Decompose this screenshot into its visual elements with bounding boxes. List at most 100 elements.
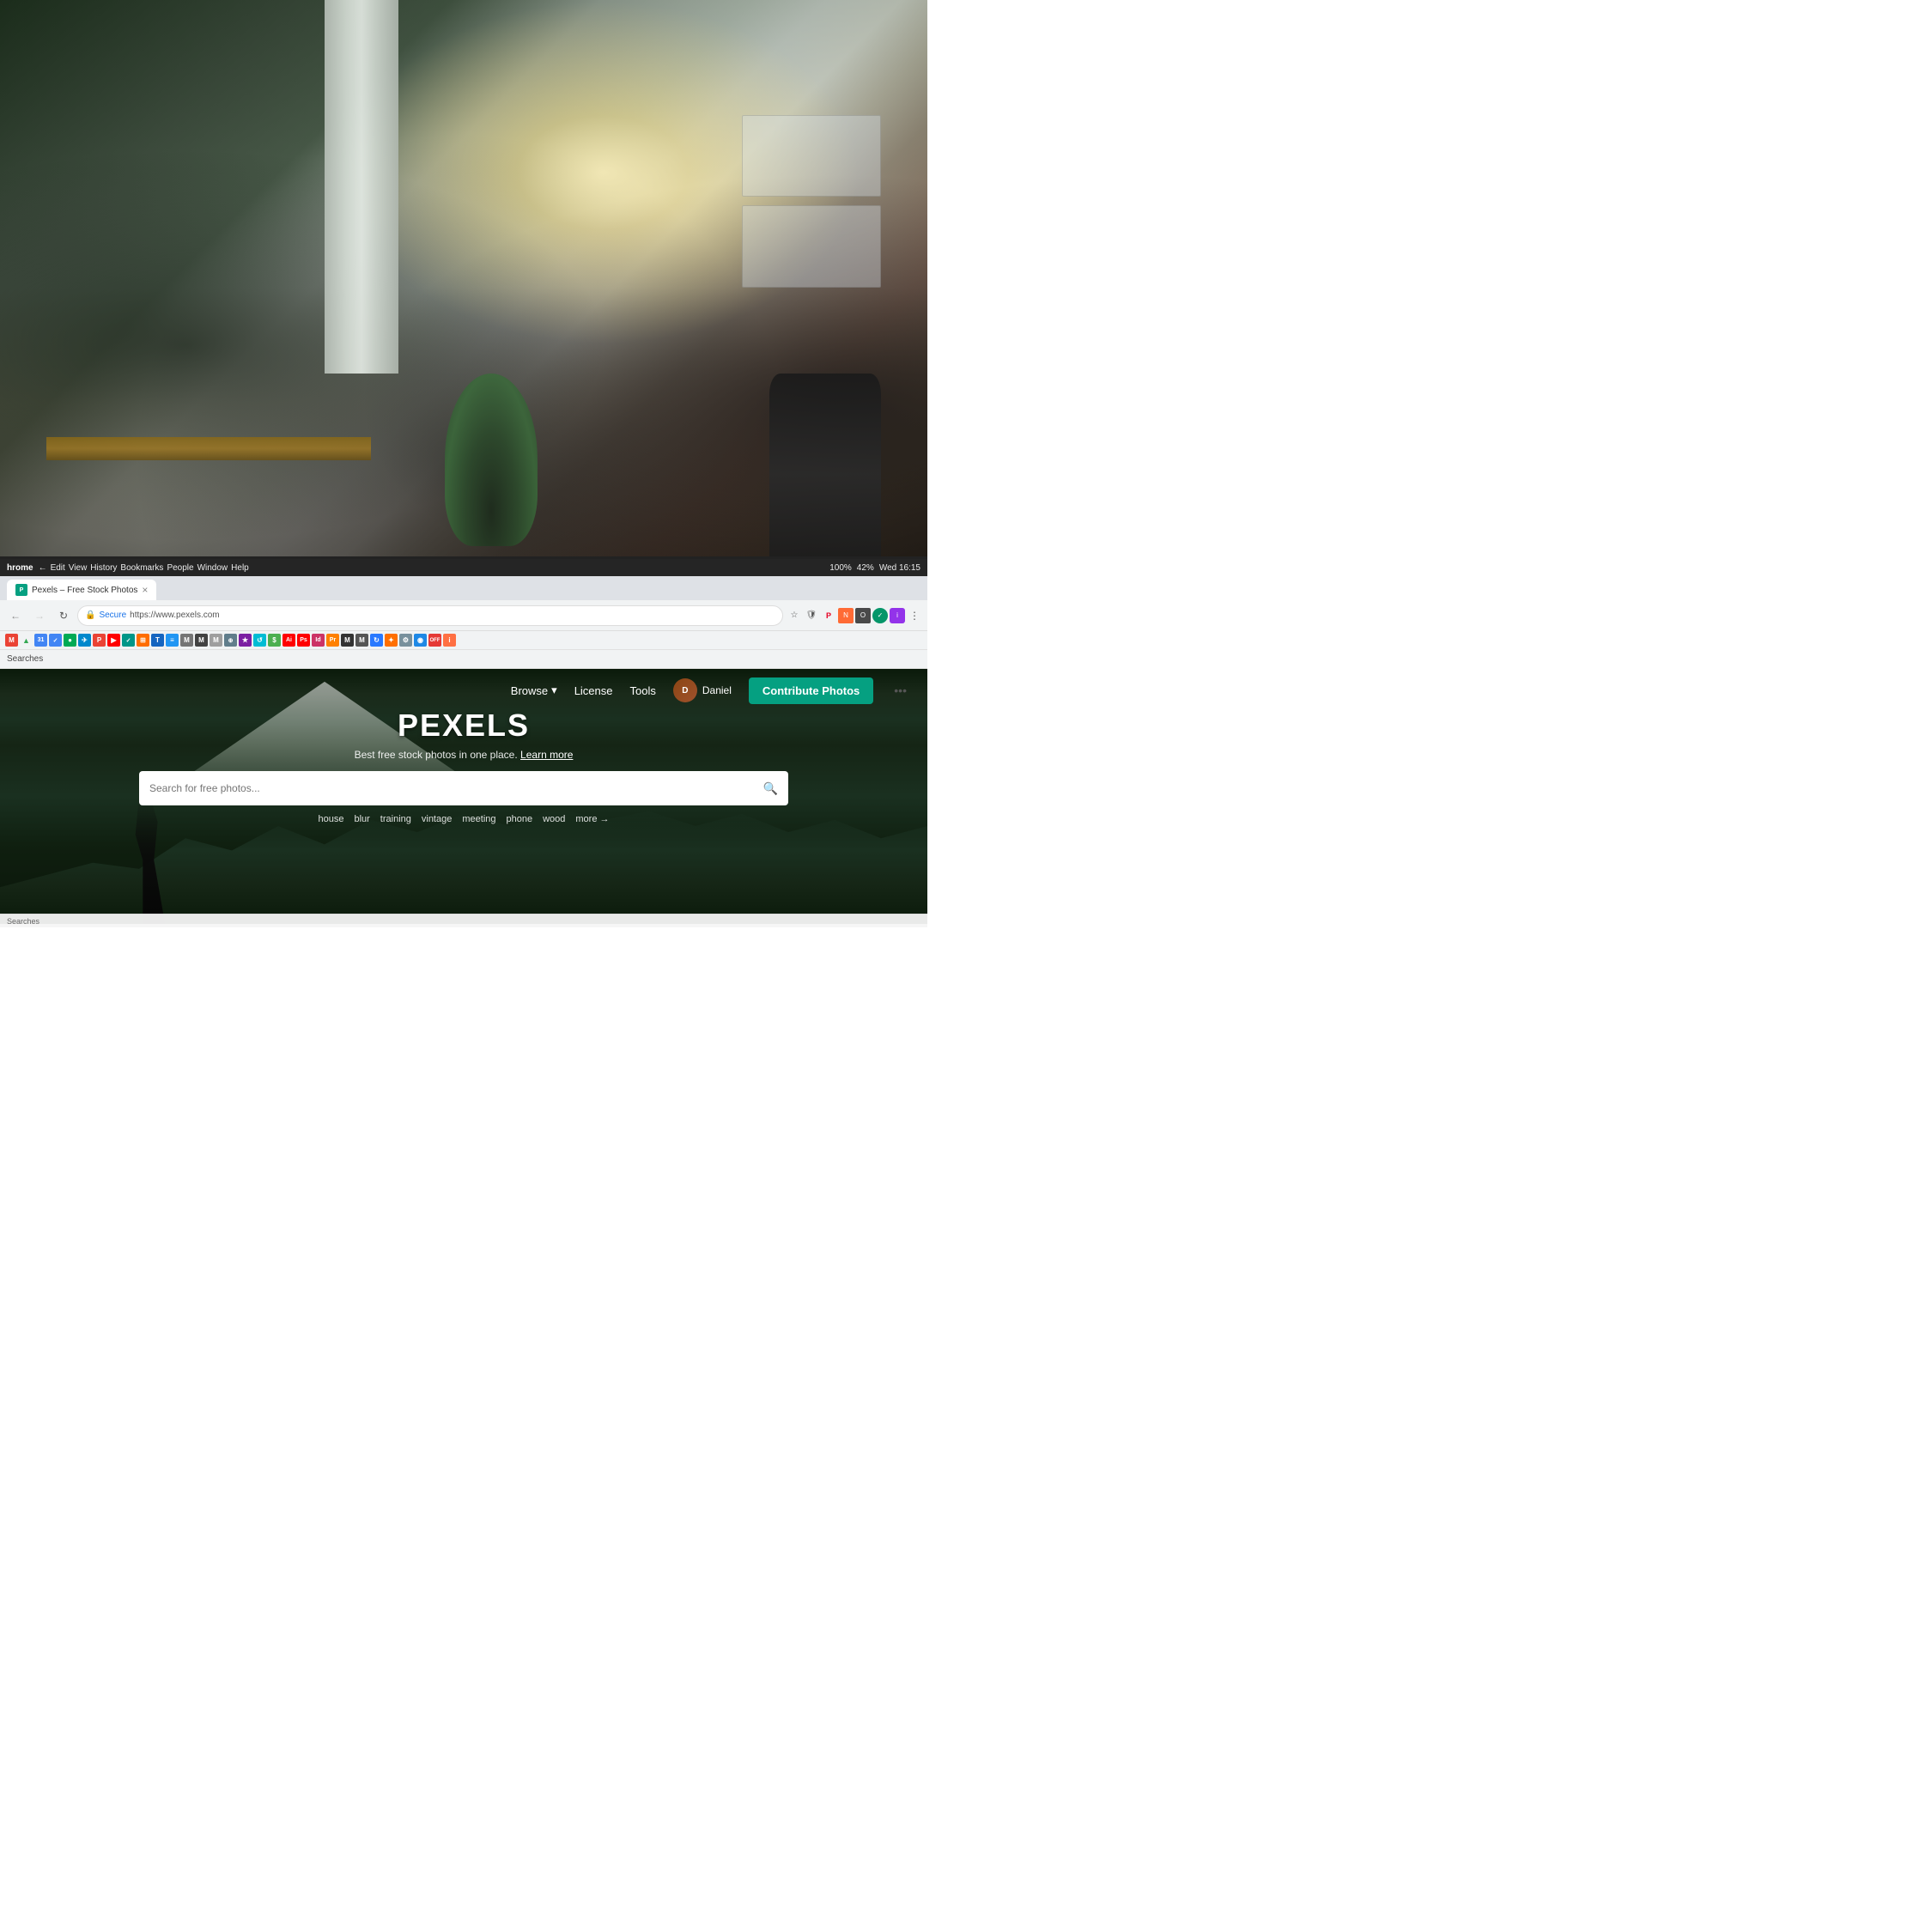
ext-5[interactable]: ⋮ <box>907 608 922 623</box>
ext-youtube[interactable]: ▶ <box>107 634 120 647</box>
viewport: hrome ← Edit View History Bookmarks Peop… <box>0 0 927 927</box>
search-icon[interactable]: 🔍 <box>763 781 778 796</box>
ext-m2[interactable]: M <box>195 634 208 647</box>
ext-gmail[interactable]: M <box>5 634 18 647</box>
chrome-browser: P Pexels – Free Stock Photos × ← → ↻ 🔒 S… <box>0 576 927 927</box>
pinterest-icon[interactable]: P <box>821 608 836 623</box>
ext-calendar[interactable]: 31 <box>34 634 47 647</box>
ext-indd[interactable]: Id <box>312 634 325 647</box>
menu-window[interactable]: Window <box>197 563 228 573</box>
pexels-hero: Browse ▾ License Tools D Daniel Contribu… <box>0 669 927 924</box>
system-clock: Wed 16:15 <box>879 563 920 573</box>
active-tab[interactable]: P Pexels – Free Stock Photos × <box>7 580 156 600</box>
ext-orange2[interactable]: Pr <box>326 634 339 647</box>
browse-label: Browse <box>511 684 548 697</box>
star-icon[interactable]: ☆ <box>787 608 802 623</box>
ext-gear[interactable]: ⚙ <box>399 634 412 647</box>
office-desk <box>46 437 371 460</box>
chrome-tabs-bar: P Pexels – Free Stock Photos × <box>0 576 927 600</box>
ext-red1[interactable]: P <box>93 634 106 647</box>
tag-wood[interactable]: wood <box>543 814 565 824</box>
license-nav-link[interactable]: License <box>574 684 613 697</box>
contribute-photos-button[interactable]: Contribute Photos <box>749 677 873 704</box>
tag-meeting[interactable]: meeting <box>462 814 495 824</box>
tag-training[interactable]: training <box>380 814 411 824</box>
more-options-button[interactable]: ••• <box>890 683 910 697</box>
pexels-navbar: Browse ▾ License Tools D Daniel Contribu… <box>0 669 927 712</box>
office-chair <box>769 374 881 574</box>
menu-edit[interactable]: Edit <box>51 563 65 573</box>
bookmark-searches[interactable]: Searches <box>7 654 43 664</box>
ext-4[interactable]: i <box>890 608 905 623</box>
office-pillar <box>325 0 398 374</box>
tag-vintage[interactable]: vintage <box>422 814 452 824</box>
bg-window-2 <box>742 205 881 287</box>
secure-label: Secure <box>99 611 126 620</box>
ext-adobe2[interactable]: Ps <box>297 634 310 647</box>
ext-copy[interactable]: ⊕ <box>224 634 237 647</box>
pexels-subtitle: Best free stock photos in one place. Lea… <box>355 749 574 761</box>
menu-view[interactable]: View <box>69 563 88 573</box>
search-bar[interactable]: 🔍 <box>139 771 788 805</box>
ext-adobe[interactable]: Ai <box>283 634 295 647</box>
ext-info[interactable]: i <box>443 634 456 647</box>
ext-off[interactable]: OFF <box>428 634 441 647</box>
ext-2[interactable]: O <box>855 608 871 623</box>
search-input[interactable] <box>149 782 756 794</box>
user-avatar: D <box>673 678 697 702</box>
user-name: Daniel <box>702 684 732 696</box>
ext-teal[interactable]: ✓ <box>122 634 135 647</box>
background-photo <box>0 0 927 575</box>
ext-blue3[interactable]: ◉ <box>414 634 427 647</box>
toolbar-icons: ☆ 🛡 P N O ✓ i ⋮ <box>787 608 922 623</box>
status-text: Searches <box>7 917 39 926</box>
browse-dropdown-icon: ▾ <box>551 683 557 697</box>
ext-blue1[interactable]: T <box>151 634 164 647</box>
tab-title: Pexels – Free Stock Photos <box>32 586 137 595</box>
ext-green2[interactable]: $ <box>268 634 281 647</box>
ext-todo[interactable]: ✓ <box>49 634 62 647</box>
address-bar[interactable]: 🔒 Secure https://www.pexels.com <box>77 605 783 626</box>
mac-system-bar-right: 100% 42% Wed 16:15 <box>829 563 920 573</box>
ext-dark[interactable]: M <box>341 634 354 647</box>
menu-help[interactable]: Help <box>231 563 249 573</box>
menu-file[interactable]: ← <box>39 563 47 573</box>
battery-level: 42% <box>857 563 874 573</box>
bookmarks-bar: Searches <box>0 650 927 669</box>
subtitle-text: Best free stock photos in one place. <box>355 749 518 761</box>
tag-phone[interactable]: phone <box>507 814 533 824</box>
mac-system-bar: hrome ← Edit View History Bookmarks Peop… <box>0 559 927 576</box>
ext-orange[interactable]: ⊞ <box>137 634 149 647</box>
url-text: https://www.pexels.com <box>130 611 219 620</box>
ext-3[interactable]: ✓ <box>872 608 888 623</box>
address-bar-row: ← → ↻ 🔒 Secure https://www.pexels.com ☆ … <box>0 600 927 631</box>
ext-m3[interactable]: M <box>210 634 222 647</box>
ext-m1[interactable]: M <box>180 634 193 647</box>
mac-menu-bar: ← Edit View History Bookmarks People Win… <box>39 563 249 573</box>
ext-purple[interactable]: ★ <box>239 634 252 647</box>
ext-telegram[interactable]: ✈ <box>78 634 91 647</box>
ext-1[interactable]: N <box>838 608 854 623</box>
tab-close-button[interactable]: × <box>142 584 148 596</box>
browse-nav-link[interactable]: Browse ▾ <box>511 683 557 697</box>
office-plant <box>445 374 538 546</box>
ext-refresh[interactable]: ↻ <box>370 634 383 647</box>
ext-medium[interactable]: M <box>355 634 368 647</box>
tag-blur[interactable]: blur <box>354 814 369 824</box>
menu-history[interactable]: History <box>90 563 117 573</box>
back-button[interactable]: ← <box>5 605 26 626</box>
tag-more[interactable]: more → <box>575 814 609 824</box>
learn-more-link[interactable]: Learn more <box>520 749 573 761</box>
ext-star[interactable]: ✦ <box>385 634 398 647</box>
forward-button[interactable]: → <box>29 605 50 626</box>
menu-people[interactable]: People <box>167 563 193 573</box>
tag-house[interactable]: house <box>318 814 343 824</box>
tools-nav-link[interactable]: Tools <box>630 684 656 697</box>
ext-drive[interactable]: ▲ <box>20 634 33 647</box>
ext-cycle[interactable]: ↺ <box>253 634 266 647</box>
extensions-row: M ▲ 31 ✓ ● ✈ P ▶ ✓ ⊞ T ≡ M M M ⊕ ★ ↺ $ A… <box>0 631 927 650</box>
ext-green1[interactable]: ● <box>64 634 76 647</box>
menu-bookmarks[interactable]: Bookmarks <box>120 563 163 573</box>
refresh-button[interactable]: ↻ <box>53 605 74 626</box>
ext-blue2[interactable]: ≡ <box>166 634 179 647</box>
